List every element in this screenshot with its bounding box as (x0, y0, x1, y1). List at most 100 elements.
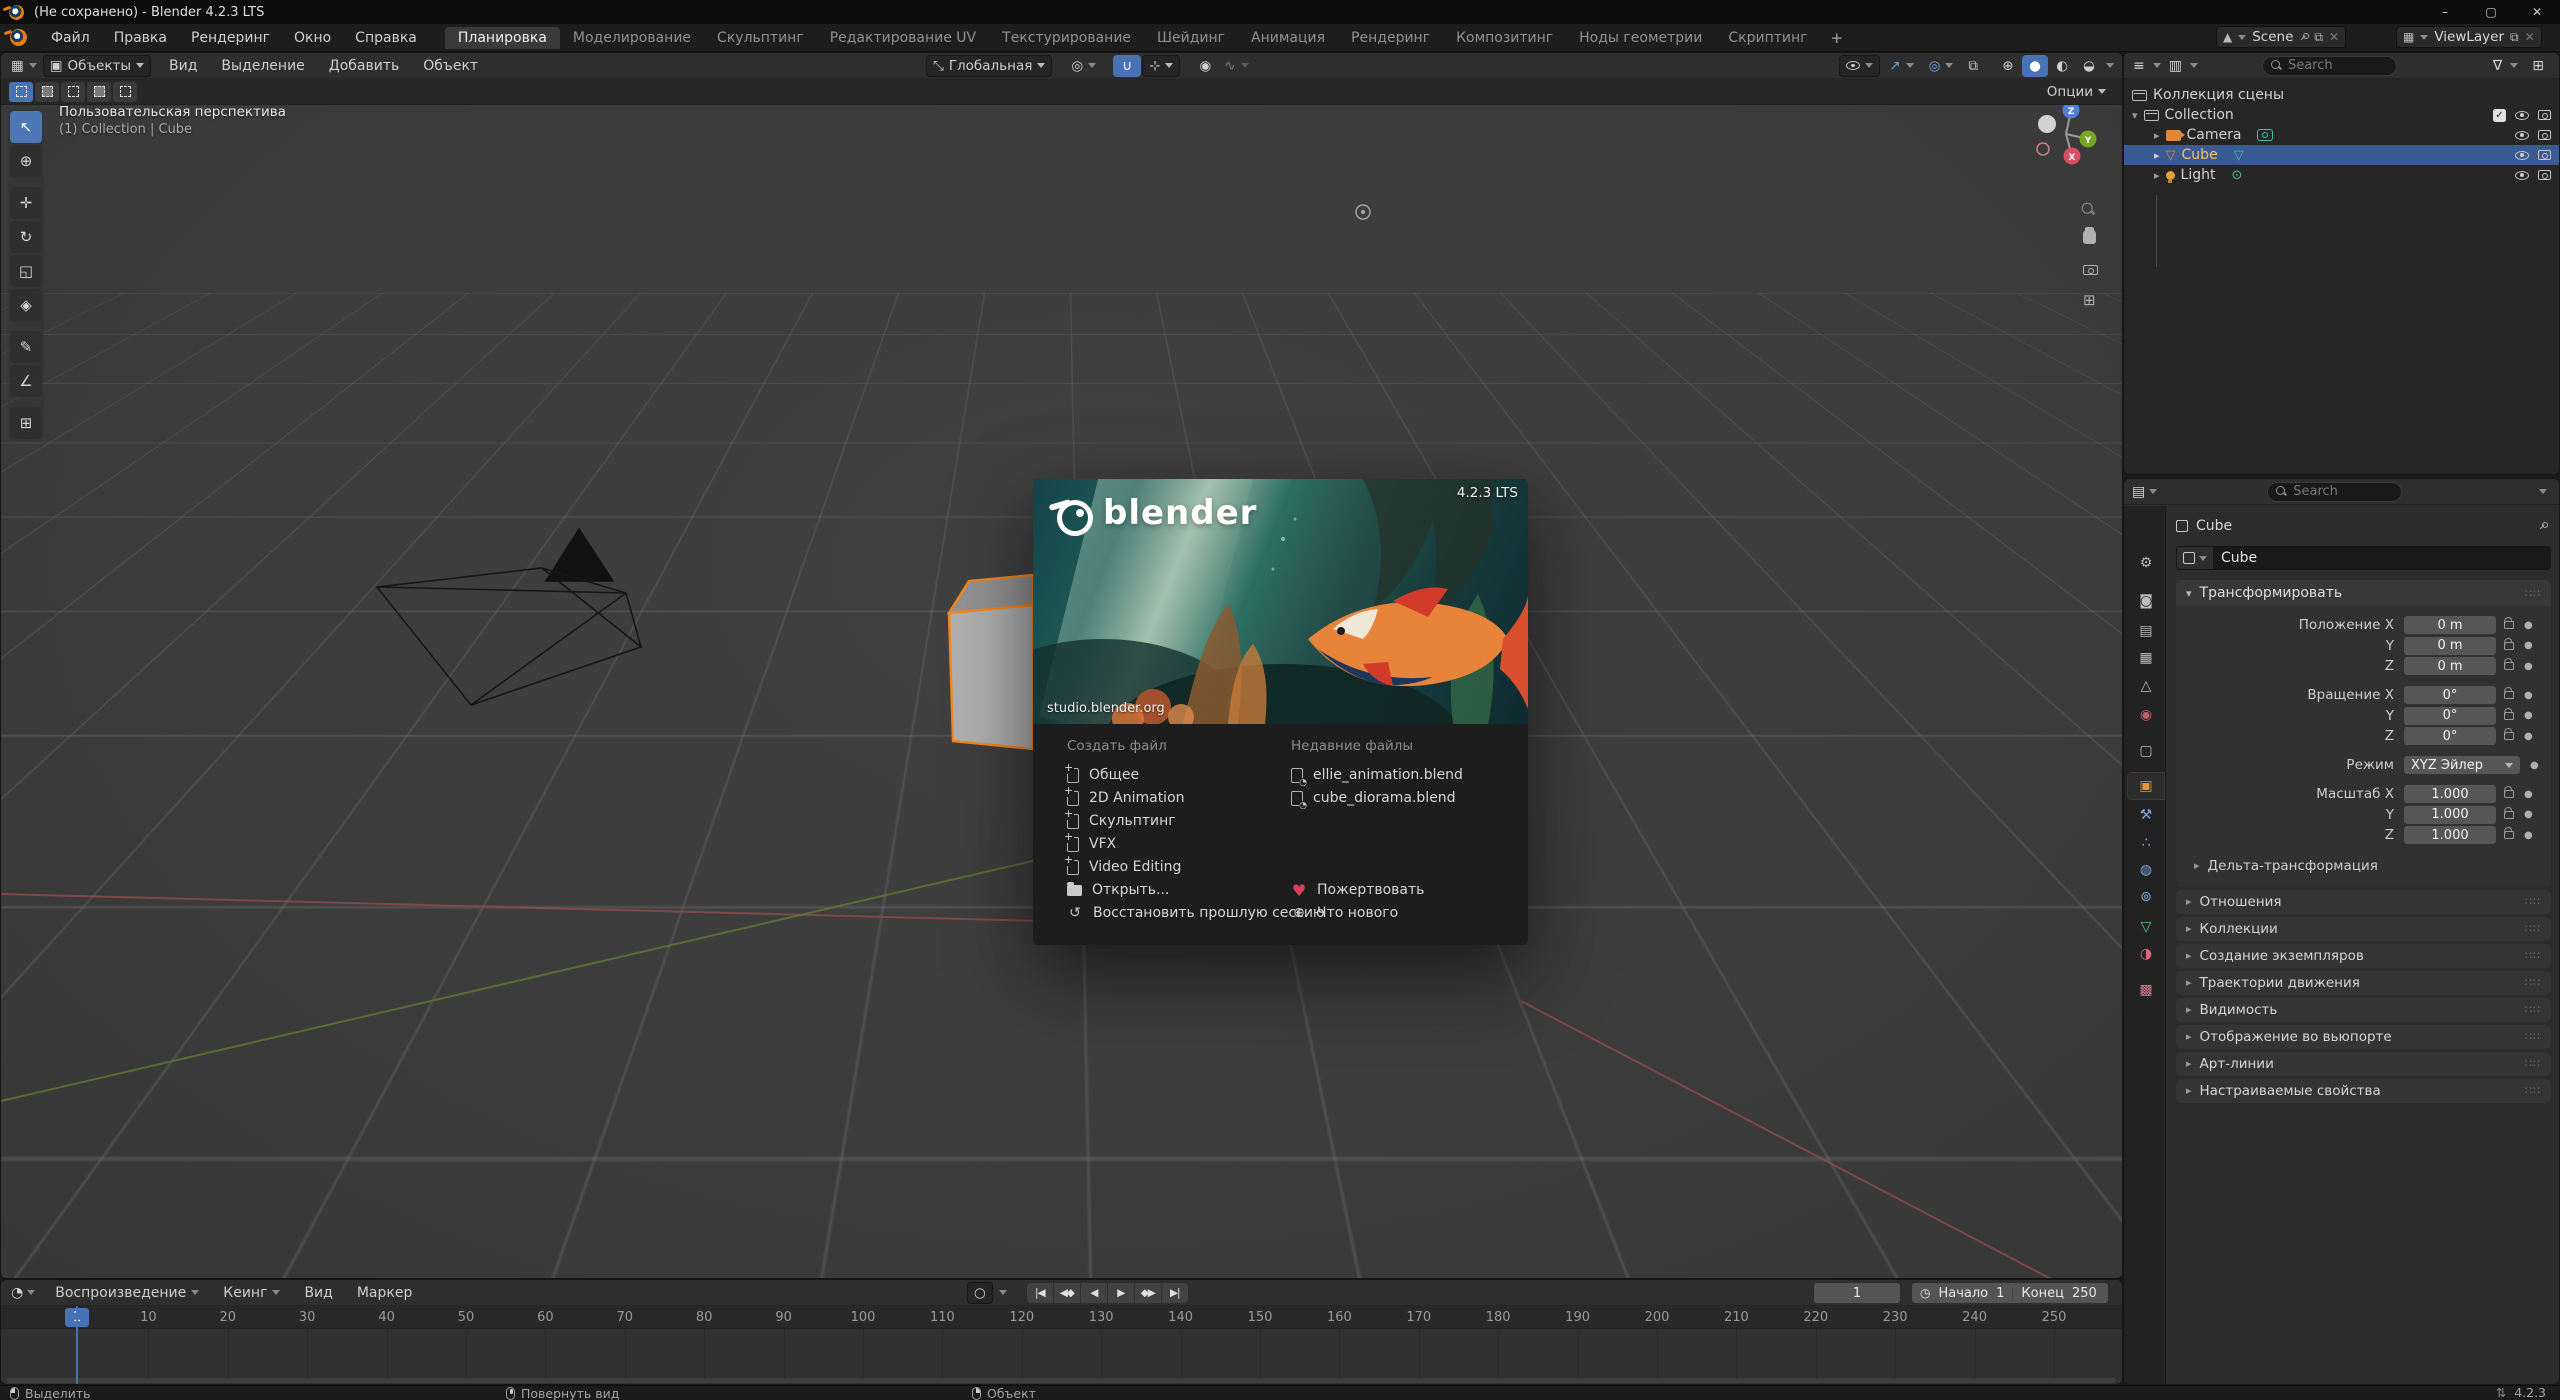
transform-value-field[interactable]: 1.000 (2404, 806, 2496, 824)
falloff-button[interactable]: ∿ (1218, 55, 1254, 77)
frame-range-fields[interactable]: ◷ Начало 1 Конец 250 (1912, 1283, 2108, 1303)
chevron-down-icon[interactable] (2190, 63, 2198, 68)
chevron-down-icon[interactable] (2149, 489, 2157, 494)
transform-value-field[interactable]: 0 m (2404, 616, 2496, 634)
workspace-tab-7[interactable]: Рендеринг (1338, 27, 1443, 49)
animate-dot-icon[interactable]: ● (2524, 710, 2533, 721)
animate-dot-icon[interactable]: ● (2524, 789, 2533, 800)
tab-constraints[interactable]: ⊚ (2128, 884, 2164, 910)
recent-file-item-1[interactable]: cube_diorama.blend (1291, 787, 1463, 809)
shading-wireframe-button[interactable]: ⊕ (1995, 55, 2021, 77)
chevron-down-icon[interactable] (27, 1290, 35, 1295)
collection-row[interactable]: ▾ Collection ✓ (2124, 105, 2559, 125)
unlink-scene-icon[interactable]: ✕ (2329, 30, 2339, 44)
render-visibility-icon[interactable] (2538, 170, 2551, 180)
transform-value-field[interactable]: 0 m (2404, 657, 2496, 675)
hide-eye-icon[interactable] (2515, 131, 2529, 140)
proportional-edit-button[interactable]: ◉ (1193, 55, 1217, 77)
transform-value-field[interactable]: 0° (2404, 727, 2496, 745)
select-box-tool[interactable]: ↖ (10, 111, 42, 143)
camera-data-icon[interactable] (2257, 129, 2273, 141)
chevron-down-icon[interactable] (2539, 489, 2547, 494)
select-intersect-button[interactable] (113, 82, 137, 102)
menu-1[interactable]: Правка (102, 24, 179, 52)
tab-particles[interactable]: ∴ (2128, 830, 2164, 856)
chevron-down-icon[interactable] (2510, 63, 2518, 68)
panel-4[interactable]: ▸Видимость∷∷ (2176, 998, 2551, 1022)
timeline-menu-0[interactable]: Воспроизведение (43, 1279, 211, 1307)
mesh-data-icon[interactable]: ▽ (2234, 148, 2244, 163)
pin-icon[interactable] (2299, 33, 2308, 42)
play-button[interactable]: ▶ (1108, 1283, 1134, 1303)
hide-eye-icon[interactable] (2515, 151, 2529, 160)
workspace-tab-1[interactable]: Моделирование (560, 27, 704, 49)
new-file-item-2[interactable]: Скульптинг (1067, 810, 1185, 832)
unlock-icon[interactable] (2504, 712, 2514, 720)
tab-data[interactable]: ▽ (2128, 914, 2164, 940)
delta-transform-panel[interactable]: ▸ Дельта-трансформация (2176, 855, 2551, 877)
expand-icon[interactable]: ▸ (2154, 149, 2160, 162)
tab-output[interactable]: ▤ (2128, 618, 2164, 644)
workspace-tab-6[interactable]: Анимация (1238, 27, 1338, 49)
panel-grip-icon[interactable]: ∷∷ (2525, 1030, 2541, 1043)
rotate-tool[interactable]: ↻ (10, 221, 42, 253)
panel-grip-icon[interactable]: ∷∷ (2525, 1057, 2541, 1070)
shading-solid-button[interactable]: ● (2022, 55, 2048, 77)
tab-view-layer[interactable]: ▦ (2128, 645, 2164, 671)
cube-row-selected[interactable]: ▸ ▽ Cube ▽ (2124, 145, 2559, 165)
menu-0[interactable]: Файл (39, 24, 102, 52)
workspace-tab-3[interactable]: Редактирование UV (817, 27, 989, 49)
shading-material-button[interactable]: ◐ (2049, 55, 2075, 77)
animate-dot-icon[interactable]: ● (2524, 809, 2533, 820)
camera-view-icon[interactable] (2083, 261, 2098, 279)
tab-collection[interactable]: ▢ (2128, 738, 2164, 764)
workspace-tab-5[interactable]: Шейдинг (1144, 27, 1238, 49)
render-visibility-icon[interactable] (2538, 150, 2551, 160)
gizmos-toggle[interactable]: ↗ (1883, 55, 1919, 77)
pin-icon[interactable] (2538, 522, 2547, 531)
unlock-icon[interactable] (2504, 642, 2514, 650)
snap-target-button[interactable]: ⊹ (1142, 55, 1180, 77)
properties-editor-icon[interactable]: ▤ (2132, 484, 2145, 500)
light-row[interactable]: ▸ Light ⊙ (2124, 165, 2559, 185)
rotation-mode-dropdown[interactable]: XYZ Эйлер (2404, 756, 2520, 774)
open-file-button[interactable]: Открыть... (1067, 879, 1325, 901)
panel-5[interactable]: ▸Отображение во вьюпорте∷∷ (2176, 1025, 2551, 1049)
select-new-button[interactable] (9, 82, 33, 102)
annotate-tool[interactable]: ✎ (10, 331, 42, 363)
pan-view-icon[interactable] (2083, 230, 2096, 248)
expand-icon[interactable]: ▸ (2154, 129, 2160, 142)
timeline-editor-icon[interactable]: ◔ (11, 1285, 23, 1301)
current-frame-field[interactable]: 1 (1814, 1283, 1900, 1303)
properties-search[interactable] (2267, 482, 2402, 502)
sync-button[interactable]: ○ (967, 1282, 993, 1304)
next-keyframe-button[interactable]: ◆▶ (1135, 1283, 1161, 1303)
collection-checkbox[interactable]: ✓ (2493, 109, 2506, 122)
viewport-menu-0[interactable]: Вид (157, 52, 209, 80)
panel-grip-icon[interactable]: ∷∷ (2525, 587, 2541, 600)
new-file-item-4[interactable]: Video Editing (1067, 856, 1185, 878)
new-file-item-0[interactable]: Общее (1067, 764, 1185, 786)
jump-to-start-button[interactable]: |◀ (1027, 1283, 1053, 1303)
zoom-view-icon[interactable] (2083, 201, 2094, 219)
options-button[interactable]: Опции (2041, 81, 2112, 103)
transform-panel-header[interactable]: ▾ Трансформировать ∷∷ (2176, 580, 2551, 606)
whats-new-button[interactable]: ⊕Что нового (1291, 902, 1424, 924)
timeline-menu-3[interactable]: Маркер (345, 1279, 425, 1307)
remove-layer-icon[interactable]: ✕ (2525, 30, 2535, 44)
tab-world[interactable]: ◉ (2128, 702, 2164, 728)
transform-value-field[interactable]: 0° (2404, 707, 2496, 725)
menu-2[interactable]: Рендеринг (179, 24, 282, 52)
scene-collection-row[interactable]: Коллекция сцены (2124, 85, 2559, 105)
add-workspace-button[interactable]: + (1821, 29, 1854, 47)
light-data-icon[interactable]: ⊙ (2231, 168, 2242, 183)
unlock-icon[interactable] (2504, 790, 2514, 798)
new-layer-icon[interactable]: ⧉ (2510, 30, 2519, 45)
view-layer-selector[interactable]: ▦ ViewLayer ⧉ ✕ (2396, 26, 2542, 48)
object-name-value[interactable]: Cube (2213, 547, 2550, 569)
snap-toggle-button[interactable]: ∪ (1113, 55, 1141, 77)
hide-eye-icon[interactable] (2515, 171, 2529, 180)
panel-0[interactable]: ▸Отношения∷∷ (2176, 890, 2551, 914)
jump-to-end-button[interactable]: ▶| (1162, 1283, 1188, 1303)
unlock-icon[interactable] (2504, 662, 2514, 670)
